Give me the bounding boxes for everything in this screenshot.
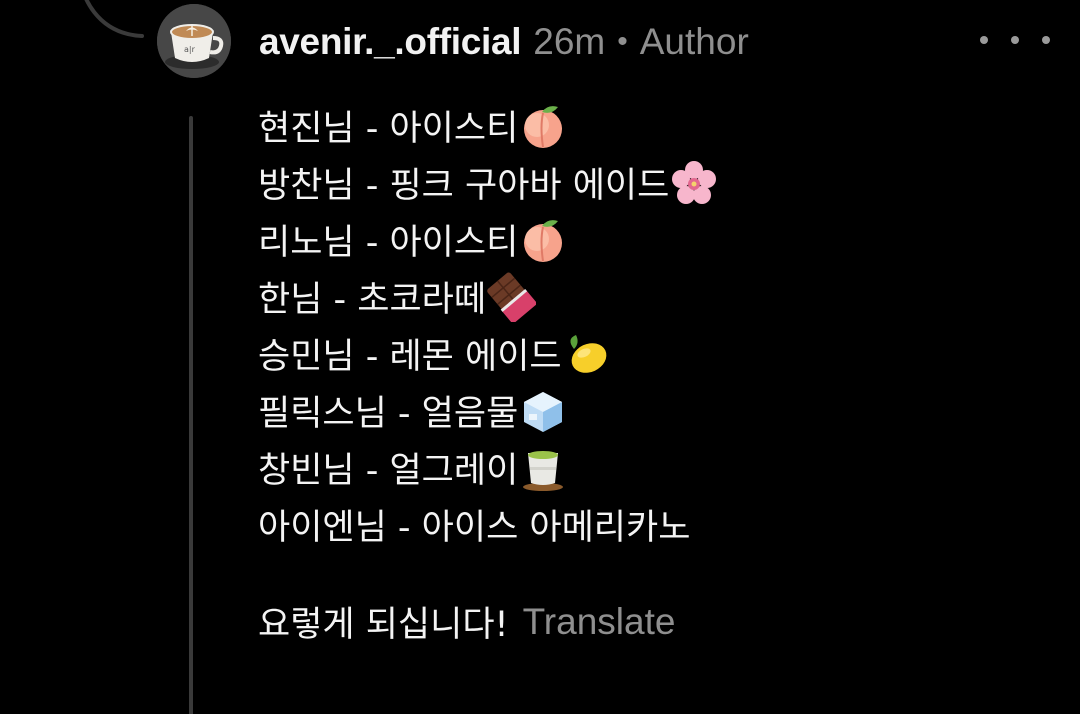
comment-line-text: 한님 - 초코라떼 [258, 280, 487, 320]
comment-line-text: 아이엔님 - 아이스 아메리카노 [258, 508, 691, 548]
peach-emoji-icon [518, 101, 568, 151]
comment-line: 한님 - 초코라떼 [258, 268, 1058, 325]
more-dot-icon [980, 36, 988, 44]
svg-text:a|r: a|r [184, 45, 196, 54]
chocolate-bar-emoji-icon [486, 271, 537, 322]
timestamp: 26m [533, 21, 606, 62]
comment-closing: 요렇게 되십니다! Translate [258, 593, 1058, 650]
thread-line [189, 116, 193, 714]
lemon-emoji-icon [562, 329, 612, 379]
closing-text: 요렇게 되십니다! [258, 605, 509, 645]
cherry-blossom-emoji-icon [669, 158, 719, 208]
comment-line-text: 방찬님 - 핑크 구아바 에이드 [258, 166, 670, 206]
author-badge: Author [639, 21, 749, 62]
more-options-button[interactable] [980, 22, 1050, 58]
separator-dot: • [617, 25, 628, 58]
comment-line-text: 리노님 - 아이스티 [258, 223, 519, 263]
comment-line: 창빈님 - 얼그레이 [258, 439, 1058, 496]
comment-line: 현진님 - 아이스티 [258, 97, 1058, 154]
comment-line: 필릭스님 - 얼음물 [258, 382, 1058, 439]
translate-link[interactable]: Translate [523, 601, 676, 643]
comment-line-text: 필릭스님 - 얼음물 [258, 394, 519, 434]
username[interactable]: avenir._.official [259, 21, 522, 63]
comment-line: 방찬님 - 핑크 구아바 에이드 [258, 154, 1058, 211]
comment-line-text: 창빈님 - 얼그레이 [258, 451, 519, 491]
avatar[interactable]: a|r [157, 4, 231, 78]
comment-header: avenir._.official 26m • Author [259, 14, 749, 70]
comment-line: 아이엔님 - 아이스 아메리카노 [258, 496, 1058, 553]
latte-cup-icon: a|r [157, 4, 231, 78]
ice-cube-emoji-icon [518, 386, 568, 436]
more-dot-icon [1011, 36, 1019, 44]
comment-thread: a|r avenir._.official 26m • Author 현진님 -… [0, 0, 1080, 714]
more-dot-icon [1042, 36, 1050, 44]
comment-line-text: 현진님 - 아이스티 [258, 109, 519, 149]
comment-line: 리노님 - 아이스티 [258, 211, 1058, 268]
comment-line: 승민님 - 레몬 에이드 [258, 325, 1058, 382]
thread-connector-curve [84, 0, 144, 38]
peach-emoji-icon [518, 215, 568, 265]
comment-body: 현진님 - 아이스티 방찬님 - 핑크 구아바 에이드 리노님 - 아이스티 한… [258, 97, 1058, 650]
teacup-emoji-icon [518, 443, 568, 493]
comment-line-text: 승민님 - 레몬 에이드 [258, 337, 562, 377]
